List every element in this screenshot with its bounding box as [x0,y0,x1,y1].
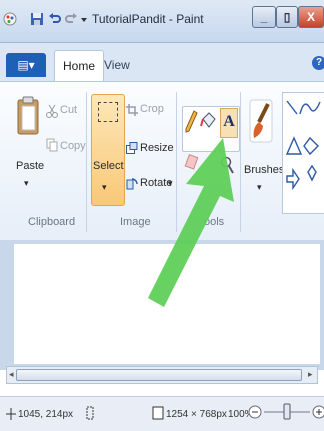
ribbon-separator [240,92,241,232]
tools-group-label: ools [204,216,225,228]
brushes-button[interactable]: Brushes [244,164,284,176]
text-tool-icon[interactable]: A [220,108,238,138]
paste-icon[interactable] [16,96,40,138]
ribbon-separator [86,92,87,232]
brushes-dropdown-icon[interactable]: ▾ [257,182,262,193]
copy-button[interactable]: Copy [60,140,86,152]
tab-view[interactable]: View [96,50,138,80]
redo-icon[interactable] [64,12,78,26]
window-title: TutorialPandit - Paint [92,12,204,26]
customize-toolbar-icon[interactable] [80,12,88,26]
cursor-position: 1045, 214px [18,409,74,420]
scrollbar-thumb[interactable] [16,369,302,381]
save-icon[interactable] [30,12,44,26]
crop-button[interactable]: Crop [140,103,164,115]
fill-bucket-icon[interactable] [200,110,216,134]
pencil-icon[interactable] [184,110,198,134]
eraser-icon[interactable] [184,152,200,172]
copy-icon[interactable] [46,138,58,152]
image-size: 1254 × 768px [166,409,227,420]
cursor-position-icon [6,408,16,420]
paint-app-icon[interactable] [3,12,17,26]
ribbon-separator [176,92,177,232]
rotate-icon[interactable] [126,176,138,190]
ribbon-tab-bar [0,43,324,81]
undo-icon[interactable] [48,12,62,26]
shapes-icon[interactable] [284,98,324,194]
scroll-left-icon[interactable]: ◂ [9,369,14,380]
title-bar: TutorialPandit - Paint _ ▯ X [0,0,324,43]
cut-icon[interactable] [46,104,58,118]
drawing-canvas[interactable] [14,244,320,364]
resize-button[interactable]: Resize [140,142,174,154]
minimize-button[interactable]: _ [252,6,276,28]
select-dropdown-icon[interactable]: ▾ [102,182,107,193]
cut-button[interactable]: Cut [60,104,77,116]
image-size-icon [152,406,164,420]
zoom-in-icon[interactable] [312,404,324,420]
help-icon[interactable]: ? [312,56,324,70]
brushes-icon[interactable] [246,96,276,146]
magnifier-icon[interactable] [220,156,234,174]
clipboard-group-label: Clipboard [28,216,76,228]
selection-size-icon [86,406,94,420]
zoom-out-icon[interactable] [248,404,262,420]
rotate-dropdown-icon[interactable]: ▾ [168,178,173,189]
crop-icon[interactable] [126,104,138,116]
image-group-label: Image [120,216,151,228]
resize-icon[interactable] [126,142,138,154]
close-button[interactable]: X [298,6,324,28]
paste-dropdown-icon[interactable]: ▾ [24,178,29,189]
paste-button[interactable]: Paste [16,160,44,172]
scroll-right-icon[interactable]: ▸ [308,369,313,380]
select-marquee-icon [98,102,118,122]
file-menu-button[interactable]: ▤▾ [6,53,46,77]
zoom-slider[interactable] [264,402,310,422]
maximize-button[interactable]: ▯ [276,6,298,28]
select-label: Select [93,160,124,172]
